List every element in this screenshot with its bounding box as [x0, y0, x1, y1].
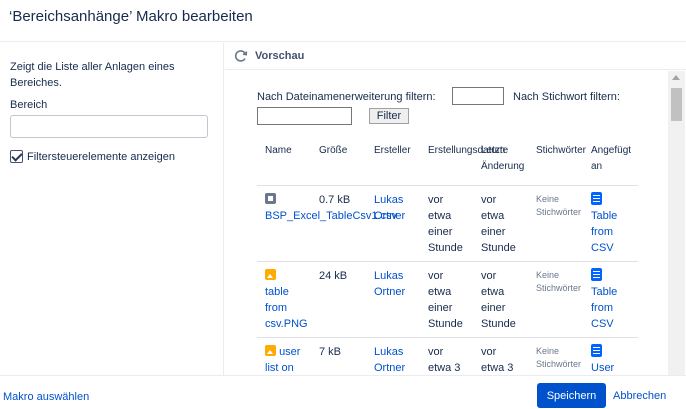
filter-extension-label: Nach Dateinamenerweiterung filtern: [257, 91, 436, 103]
column-creator[interactable]: Ersteller [374, 143, 411, 159]
column-attached[interactable]: Angefügt an [591, 143, 631, 175]
attachment-creator[interactable]: Lukas Ortner [374, 268, 405, 300]
scroll-up-icon[interactable] [672, 75, 680, 80]
page-icon [591, 192, 602, 205]
attachment-size: 0.7 kB [319, 194, 351, 206]
cancel-button[interactable]: Abbrechen [613, 390, 666, 402]
column-keywords[interactable]: Stichwörter [536, 143, 586, 159]
table-row[interactable]: user list on [265, 344, 300, 375]
preview-header: Vorschau [225, 43, 686, 70]
dialog-header: ‘Bereichsanhänge’ Makro bearbeiten [0, 0, 686, 42]
table-divider [257, 261, 638, 262]
attachment-attached-to[interactable]: Table from CSV [591, 268, 617, 332]
filter-extension-input[interactable] [452, 87, 504, 105]
macro-parameters-panel: Zeigt die Liste aller Anlagen eines Bere… [0, 43, 224, 375]
attachment-size: 7 kB [319, 346, 342, 358]
attachment-keywords: Keine Stichwörter [536, 346, 582, 369]
dialog-footer: Makro auswählen Speichern Abbrechen [0, 375, 686, 409]
space-input[interactable] [10, 115, 208, 138]
attachment-creator[interactable]: Lukas Ortner [374, 192, 405, 224]
table-divider [257, 337, 638, 338]
scroll-thumb[interactable] [671, 88, 682, 121]
macro-description: Zeigt die Liste aller Anlagen eines Bere… [10, 61, 175, 89]
page-icon [591, 344, 602, 357]
save-button[interactable]: Speichern [537, 383, 606, 408]
attachment-name[interactable]: BSP_Excel_TableCsv1.csv [265, 208, 397, 224]
attachment-created: vor etwa 3 [428, 346, 461, 374]
checkbox-checked-icon[interactable] [10, 150, 23, 163]
show-filters-label: Filtersteuerelemente anzeigen [27, 150, 175, 163]
page-icon [591, 268, 602, 281]
table-row[interactable]: table from csv.PNG [265, 268, 308, 332]
image-icon [265, 345, 276, 356]
space-label: Bereich [10, 99, 48, 111]
column-size[interactable]: Größe [319, 143, 347, 159]
attachment-modified: vor etwa einer Stunde [481, 194, 516, 254]
filter-button[interactable]: Filter [369, 108, 409, 124]
attachment-keywords: Keine Stichwörter [536, 194, 582, 217]
attachment-modified: vor etwa einer Stunde [481, 270, 516, 330]
attachment-creator[interactable]: Lukas Ortner [374, 344, 405, 375]
attachment-created: vor etwa einer Stunde [428, 194, 463, 254]
attachment-created: vor etwa einer Stunde [428, 270, 463, 330]
image-icon [265, 269, 276, 280]
attachment-size: 24 kB [319, 270, 348, 282]
refresh-icon[interactable] [234, 49, 248, 63]
select-macro-link[interactable]: Makro auswählen [3, 391, 89, 403]
preview-scrollbar[interactable] [668, 71, 685, 375]
show-filters-toggle[interactable]: Filtersteuerelemente anzeigen [10, 150, 175, 163]
file-icon [265, 193, 276, 204]
attachment-keywords: Keine Stichwörter [536, 270, 582, 293]
table-divider [257, 185, 638, 186]
filter-keyword-input[interactable] [257, 107, 352, 125]
preview-content: Nach Dateinamenerweiterung filtern: Nach… [225, 71, 668, 375]
dialog-title: ‘Bereichsanhänge’ Makro bearbeiten [9, 8, 253, 25]
filter-keyword-label: Nach Stichwort filtern: [513, 91, 620, 103]
column-modified[interactable]: Letzte Änderung [481, 143, 524, 175]
attachment-modified: vor etwa 3 [481, 346, 514, 374]
attachment-attached-to[interactable]: User [591, 344, 614, 375]
attachment-attached-to[interactable]: Table from CSV [591, 192, 617, 256]
preview-title: Vorschau [255, 50, 305, 62]
column-name[interactable]: Name [265, 143, 292, 159]
